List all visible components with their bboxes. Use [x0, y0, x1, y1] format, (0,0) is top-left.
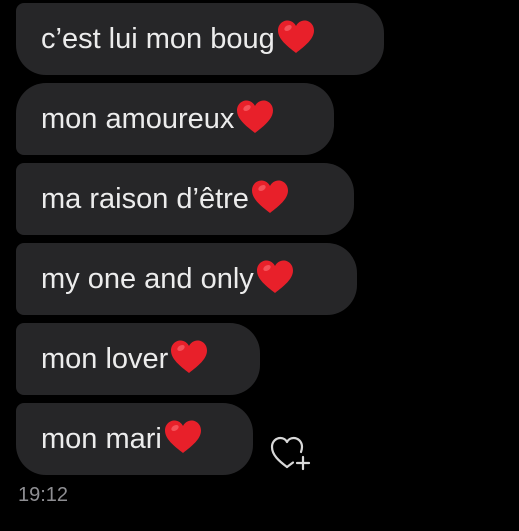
message-text: ma raison d’être: [41, 183, 249, 215]
red-heart-icon: [256, 259, 294, 295]
message-bubble[interactable]: mon amoureux: [16, 83, 334, 155]
message-bubble[interactable]: mon lover: [16, 323, 260, 395]
message-text: mon lover: [41, 343, 169, 375]
red-heart-icon: [277, 19, 315, 55]
message-text: mon amoureux: [41, 103, 235, 135]
message-text: c’est lui mon boug: [41, 23, 275, 55]
red-heart-icon: [170, 339, 208, 375]
message-bubble[interactable]: mon mari: [16, 403, 253, 475]
heart-add-icon: [270, 436, 311, 471]
message-text: mon mari: [41, 423, 162, 455]
red-heart-icon: [236, 99, 274, 135]
add-reaction-button[interactable]: [268, 430, 316, 474]
message-thread: c’est lui mon boug mon amoureux ma raiso…: [0, 0, 519, 531]
red-heart-icon: [251, 179, 289, 215]
message-bubble[interactable]: c’est lui mon boug: [16, 3, 384, 75]
message-bubble[interactable]: ma raison d’être: [16, 163, 354, 235]
red-heart-icon: [164, 419, 202, 455]
message-bubble[interactable]: my one and only: [16, 243, 357, 315]
message-text: my one and only: [41, 263, 254, 295]
message-timestamp: 19:12: [18, 484, 69, 506]
